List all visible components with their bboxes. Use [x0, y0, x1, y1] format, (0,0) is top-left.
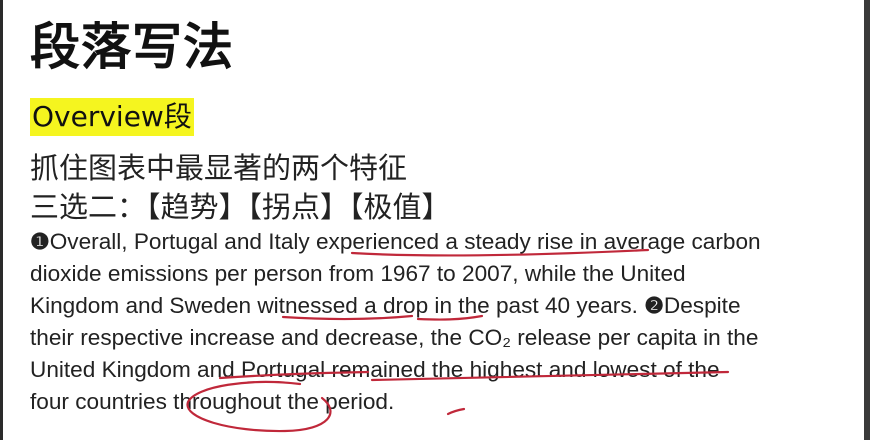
paragraph-text: Overall, Portugal and Italy experienced … — [49, 229, 761, 254]
paragraph-text: Despite — [663, 293, 741, 318]
paragraph-text: Kingdom and Sweden witnessed a drop in t… — [30, 293, 645, 318]
sentence-number-1: ❶ — [30, 229, 50, 254]
paragraph-line: United Kingdom and Portugal remained the… — [30, 354, 850, 386]
paragraph-text: four countries throughout the period. — [30, 389, 395, 414]
slide-title: 段落写法 — [30, 18, 234, 76]
sentence-number-2: ❷ — [644, 293, 664, 318]
paragraph-text: United Kingdom and Portugal remained the… — [30, 357, 720, 382]
paragraph-line: four countries throughout the period. — [30, 386, 850, 418]
paragraph-line: their respective increase and decrease, … — [30, 322, 850, 354]
instruction-line-1: 抓住图表中最显著的两个特征 — [30, 151, 408, 185]
paragraph-line: Kingdom and Sweden witnessed a drop in t… — [30, 290, 850, 322]
paragraph-text: dioxide emissions per person from 1967 t… — [30, 261, 686, 286]
sample-paragraph: ❶Overall, Portugal and Italy experienced… — [30, 226, 850, 418]
overview-heading: Overview段 — [30, 98, 194, 136]
paragraph-line: dioxide emissions per person from 1967 t… — [30, 258, 850, 290]
paragraph-text: their respective increase and decrease, … — [30, 325, 759, 350]
slide: 段落写法 Overview段 抓住图表中最显著的两个特征 三选二：【趋势】【拐点… — [30, 0, 860, 440]
screen-edge-right — [864, 0, 870, 440]
screen-edge-left — [0, 0, 3, 440]
paragraph-line: ❶Overall, Portugal and Italy experienced… — [30, 226, 850, 258]
instruction-line-2: 三选二：【趋势】【拐点】【极值】 — [30, 190, 451, 224]
